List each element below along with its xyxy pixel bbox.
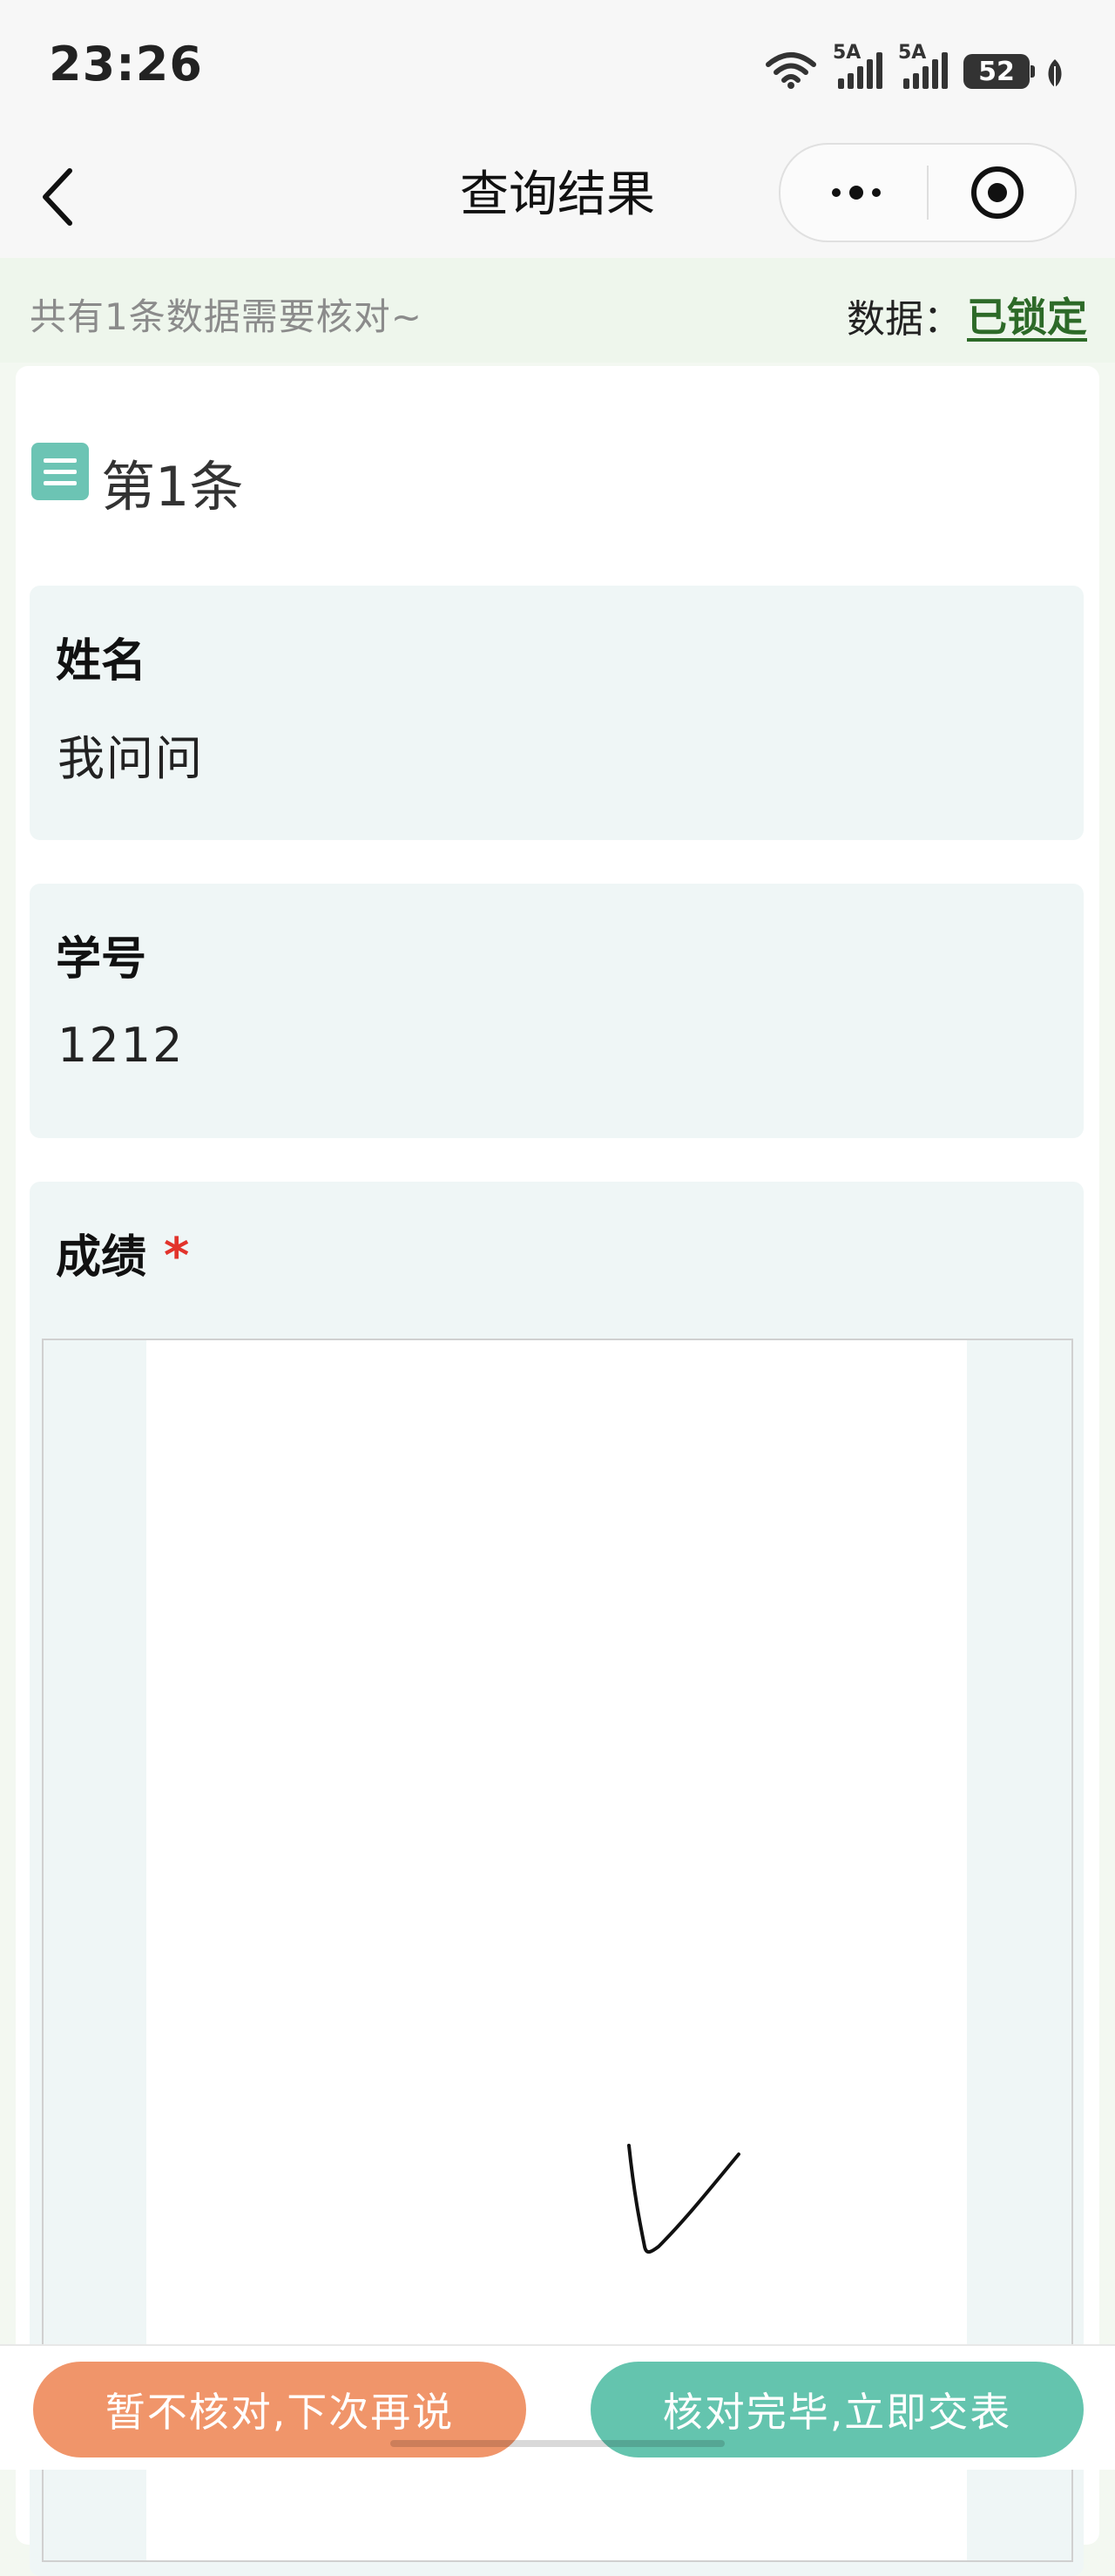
data-label: 数据： [847, 297, 962, 342]
signal-icon: 5A [833, 42, 882, 89]
record-title: 第1条 [101, 455, 244, 519]
signal-label-2: 5A [898, 42, 927, 64]
nav-bar: 查询结果 [0, 131, 1115, 258]
field-student-id-value: 1212 [57, 1018, 185, 1073]
home-indicator[interactable] [390, 2440, 725, 2447]
lock-status-link[interactable]: 已锁定 [967, 286, 1087, 343]
target-icon[interactable] [969, 164, 1026, 221]
record-card: 第1条 姓名 我问问 学号 1212 成绩 * [16, 366, 1099, 2576]
field-student-id-label: 学号 [56, 933, 147, 986]
required-mark: * [164, 1228, 190, 1285]
mini-program-capsule [779, 143, 1077, 242]
status-icons: 5A 5A 52 [765, 42, 1064, 89]
info-strip: 共有1条数据需要核对~ 数据： 已锁定 [0, 258, 1115, 363]
wifi-icon [766, 52, 816, 89]
field-name-label: 姓名 [56, 635, 147, 688]
status-bar: 23:26 5A 5A 52 [0, 0, 1115, 131]
record-summary: 共有1条数据需要核对~ [30, 295, 422, 338]
capsule-divider [927, 166, 929, 220]
status-time: 23:26 [49, 37, 203, 92]
battery-icon: 52 [963, 54, 1035, 89]
signal-icon-2: 5A [898, 42, 948, 89]
leaf-icon [1048, 59, 1062, 87]
field-name: 姓名 我问问 [30, 586, 1084, 840]
signal-label: 5A [833, 42, 862, 64]
field-score-label-text: 成绩 [56, 1231, 147, 1284]
battery-level: 52 [978, 56, 1015, 87]
bottom-action-bar: 暂不核对,下次再说 核对完毕,立即交表 [0, 2344, 1115, 2470]
field-student-id: 学号 1212 [30, 884, 1084, 1138]
field-name-value: 我问问 [57, 731, 204, 786]
more-icon[interactable] [826, 181, 887, 204]
list-icon [31, 443, 89, 500]
field-score-label: 成绩 * [56, 1220, 189, 1285]
